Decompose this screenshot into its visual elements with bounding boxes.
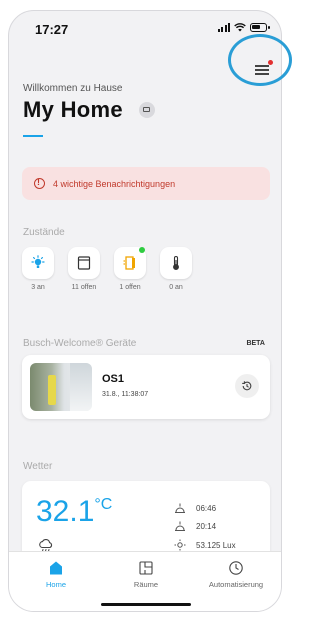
devices-title: Busch-Welcome® Geräte bbox=[23, 338, 137, 349]
states-title: Zustände bbox=[23, 227, 65, 238]
beta-badge: BETA bbox=[246, 340, 265, 347]
state-tile[interactable] bbox=[114, 247, 146, 279]
home-icon bbox=[50, 561, 62, 575]
tab-label: Home bbox=[45, 580, 66, 589]
state-label: 11 offen bbox=[71, 284, 97, 291]
camera-name: OS1 bbox=[102, 373, 125, 385]
history-icon bbox=[242, 381, 252, 391]
notifications-banner[interactable]: 4 wichtige Benachrichtigungen bbox=[22, 167, 270, 200]
tab-label: Automatisierung bbox=[208, 580, 264, 589]
state-blinds[interactable]: 11 offen bbox=[68, 247, 100, 291]
phone-screen: 17:27 Willkommen zu Hause My Home 4 wich… bbox=[8, 10, 282, 612]
notifications-text: 4 wichtige Benachrichtigungen bbox=[53, 178, 176, 189]
sunset-row: 20:14 bbox=[174, 521, 216, 531]
state-tile[interactable] bbox=[160, 247, 192, 279]
battery-icon bbox=[250, 22, 270, 32]
temperature-value: 32.1°C bbox=[36, 495, 112, 529]
sunset-icon bbox=[175, 521, 185, 531]
state-lights[interactable]: 3 an bbox=[22, 247, 54, 291]
state-tile[interactable] bbox=[68, 247, 100, 279]
thermometer-icon bbox=[173, 255, 179, 270]
home-title: My Home bbox=[23, 97, 123, 122]
status-icons bbox=[217, 22, 270, 32]
notification-dot bbox=[268, 60, 273, 65]
sunrise-icon bbox=[175, 503, 185, 513]
brightness-row: 53.125 Lux bbox=[174, 539, 236, 551]
state-label: 1 offen bbox=[119, 284, 141, 291]
state-tile[interactable] bbox=[22, 247, 54, 279]
camera-timestamp: 31.8., 11:38:07 bbox=[102, 391, 149, 398]
floorplan-icon bbox=[139, 561, 153, 575]
tab-automation[interactable]: Automatisierung bbox=[191, 560, 281, 589]
menu-button[interactable] bbox=[251, 57, 275, 81]
weather-title: Wetter bbox=[23, 461, 53, 472]
door-icon bbox=[123, 256, 135, 270]
camera-thumbnail[interactable] bbox=[30, 363, 92, 411]
tab-label: Räume bbox=[133, 580, 159, 589]
tab-rooms[interactable]: Räume bbox=[101, 560, 191, 589]
history-button[interactable] bbox=[235, 374, 259, 398]
signal-icon bbox=[217, 22, 230, 32]
light-icon bbox=[31, 255, 45, 268]
welcome-text: Willkommen zu Hause bbox=[23, 83, 123, 94]
home-switch-button[interactable] bbox=[139, 102, 155, 118]
camera-card[interactable]: OS1 31.8., 11:38:07 bbox=[22, 355, 270, 419]
brightness-value: 53.125 Lux bbox=[196, 540, 236, 550]
wifi-icon bbox=[234, 22, 246, 31]
status-dot bbox=[139, 247, 145, 253]
state-doors[interactable]: 1 offen bbox=[114, 247, 146, 291]
state-label: 3 an bbox=[31, 284, 45, 291]
status-bar: 17:27 bbox=[9, 11, 281, 43]
sunrise-row: 06:46 bbox=[174, 503, 216, 513]
temperature-unit: °C bbox=[94, 496, 113, 513]
state-label: 0 an bbox=[169, 284, 183, 291]
state-heating[interactable]: 0 an bbox=[160, 247, 192, 291]
sunrise-time: 06:46 bbox=[196, 503, 217, 513]
alert-icon bbox=[34, 177, 45, 189]
status-time: 17:27 bbox=[35, 22, 69, 37]
sunset-time: 20:14 bbox=[196, 521, 217, 531]
sun-icon bbox=[174, 539, 186, 551]
tab-home[interactable]: Home bbox=[11, 560, 101, 589]
title-underline bbox=[23, 135, 43, 137]
home-indicator bbox=[101, 603, 191, 606]
clock-icon bbox=[229, 561, 243, 575]
temperature-number: 32.1 bbox=[36, 495, 95, 528]
states-row: 3 an 11 offen 1 offen 0 an bbox=[22, 247, 192, 291]
blind-icon bbox=[77, 256, 91, 270]
